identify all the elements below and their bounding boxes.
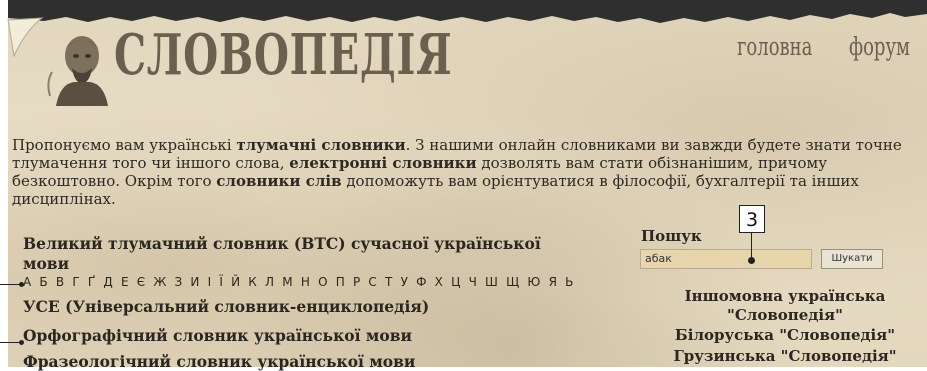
callout-leader-dot bbox=[748, 257, 755, 264]
foreign-slovopedia-link[interactable]: Іншомовна українська bbox=[650, 287, 920, 305]
search-label: Пошук bbox=[641, 227, 702, 245]
dict-link-vts-cont[interactable]: мови bbox=[23, 254, 69, 273]
page-curl-corner bbox=[7, 17, 44, 58]
dict-link-phraseological[interactable]: Фразеологічний словник української мови bbox=[23, 352, 415, 371]
georgian-slovopedia-link[interactable]: Грузинська "Словопедія" bbox=[650, 347, 920, 365]
shevchenko-portrait-icon bbox=[47, 36, 108, 106]
intro-bold-word-dictionaries: словники слів bbox=[216, 172, 342, 190]
intro-bold-explanatory: тлумачні словники bbox=[236, 136, 406, 154]
nav-forum-link[interactable]: форум bbox=[849, 32, 910, 61]
dict-link-vts[interactable]: Великий тлумачний словник (ВТС) сучасної… bbox=[23, 234, 541, 253]
belarus-slovopedia-link[interactable]: Білоруська "Словопедія" bbox=[650, 326, 920, 344]
annotation-marker-alphabet bbox=[0, 282, 24, 287]
callout-leader-line bbox=[751, 233, 752, 259]
alphabet-index[interactable]: А Б В Г Ґ Д Е Є Ж З И І Ї Й К Л М Н О П … bbox=[23, 275, 576, 289]
foreign-slovopedia-link-cont[interactable]: "Словопедія" bbox=[650, 306, 920, 324]
intro-paragraph: Пропонуємо вам українські тлумачні словн… bbox=[12, 136, 922, 208]
nav-home-link[interactable]: головна bbox=[737, 32, 812, 61]
callout-number-badge: 3 bbox=[739, 205, 765, 233]
site-logo[interactable]: СЛОВОПЕДІЯ bbox=[114, 22, 452, 88]
dict-link-orphographic[interactable]: Орфографічний словник української мови bbox=[23, 326, 412, 345]
intro-text-1: Пропонуємо вам українські bbox=[12, 136, 237, 154]
search-button[interactable]: Шукати bbox=[821, 249, 883, 269]
dict-link-use[interactable]: УСЕ (Універсальний словник-енциклопедія) bbox=[23, 297, 429, 316]
annotation-marker-orpho bbox=[0, 340, 24, 345]
search-input[interactable]: абак bbox=[640, 249, 812, 269]
intro-bold-electronic: електронні словники bbox=[289, 154, 477, 172]
